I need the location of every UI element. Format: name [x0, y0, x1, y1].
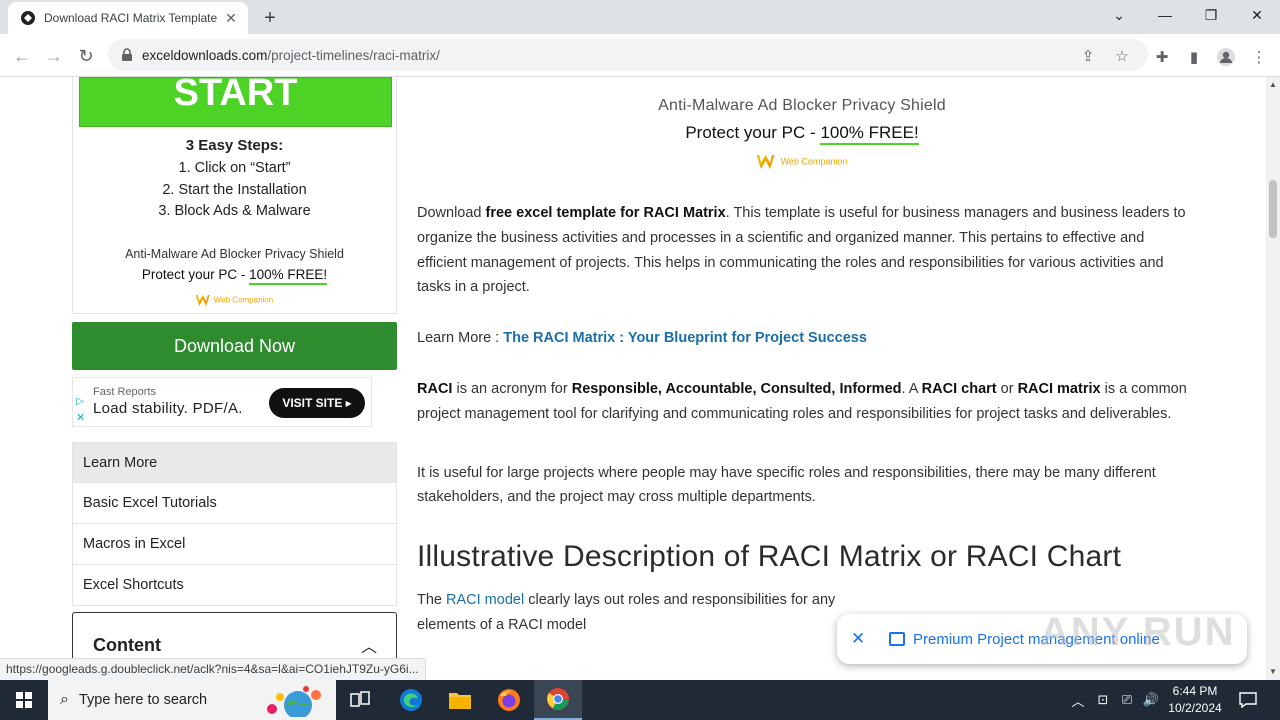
left-ad-banner[interactable]: START 3 Easy Steps: 1. Click on “Start” … [72, 77, 397, 314]
notifications-icon[interactable] [1236, 680, 1260, 720]
tray-chevron-up-icon[interactable]: ︿ [1068, 680, 1088, 720]
raci-definition-paragraph: RACI is an acronym for Responsible, Acco… [417, 380, 1187, 422]
tab-close-icon[interactable]: ✕ [222, 9, 240, 27]
ad-shield-text: Anti-Malware Ad Blocker Privacy Shield [658, 97, 946, 114]
minimize-icon[interactable]: — [1142, 0, 1188, 30]
ad-brand: Web Companion [417, 155, 1187, 169]
chevron-up-icon[interactable]: ︿ [361, 633, 377, 657]
ad-shield-text: Anti-Malware Ad Blocker Privacy Shield [125, 247, 344, 261]
ad-protect-text: Protect your PC - 100% FREE! [73, 267, 396, 285]
address-bar[interactable]: exceldownloads.com/project-timelines/rac… [108, 39, 1148, 71]
lock-icon [122, 48, 132, 61]
scroll-up-icon[interactable]: ▲ [1269, 80, 1277, 89]
ad-close-icon[interactable]: ✕ [76, 411, 85, 424]
small-ad[interactable]: ▷ ✕ Fast Reports Load stability. PDF/A. … [72, 377, 372, 427]
ad-brand: Web Companion [73, 295, 396, 306]
raci-model-link[interactable]: RACI model [446, 592, 524, 608]
ad-start-button[interactable]: START [79, 77, 392, 127]
restore-icon[interactable]: ❐ [1188, 0, 1234, 30]
sidebar-menu: Learn More Basic Excel Tutorials Macros … [72, 442, 397, 606]
file-explorer-icon[interactable] [436, 680, 484, 720]
status-bar-url: https://googleads.g.doubleclick.net/aclk… [0, 658, 426, 680]
web-companion-logo-icon [195, 295, 210, 306]
raci-blueprint-link[interactable]: The RACI Matrix : Your Blueprint for Pro… [503, 330, 867, 346]
search-icon: ⌕ [60, 691, 69, 708]
url-text: exceldownloads.com/project-timelines/rac… [142, 47, 440, 63]
share-icon[interactable]: ⇪ [1078, 46, 1098, 66]
windows-logo-icon [16, 692, 32, 708]
page-scrollbar[interactable]: ▲ ▼ [1266, 77, 1280, 680]
window-close-icon[interactable]: ✕ [1234, 0, 1280, 30]
scrollbar-thumb[interactable] [1269, 180, 1277, 238]
usefulness-paragraph: It is useful for large projects where pe… [417, 464, 1156, 506]
start-button[interactable] [0, 680, 48, 720]
extensions-icon[interactable]: ✚ [1151, 46, 1173, 68]
web-page: START 3 Easy Steps: 1. Click on “Start” … [0, 77, 1266, 680]
tab-strip: Download RACI Matrix Template ✕ + ⌄ — ❐ … [0, 0, 1280, 34]
browser-toolbar: ← → ↻ exceldownloads.com/project-timelin… [0, 34, 1280, 77]
ad-protect-text: Protect your PC - 100% FREE! [417, 123, 1187, 145]
learn-more-line: Learn More : The RACI Matrix : Your Blue… [417, 330, 867, 347]
forward-icon[interactable]: → [40, 42, 68, 70]
menu-kebab-icon[interactable]: ⋮ [1248, 46, 1270, 68]
profile-icon[interactable] [1215, 46, 1237, 68]
sidebar-item-macros-in-excel[interactable]: Macros in Excel [72, 524, 397, 565]
taskbar-search-input[interactable]: ⌕ Type here to search [48, 680, 336, 720]
windows-taskbar: ⌕ Type here to search ︿ ⊡ ⎚ 🔊 6:44 PM 10… [0, 680, 1280, 720]
visit-site-button[interactable]: VISIT SITE ▸ [269, 388, 365, 418]
web-companion-logo-icon [756, 155, 775, 169]
chrome-icon[interactable] [534, 680, 582, 720]
ad-step: 1. Click on “Start” [178, 160, 291, 176]
sidebar-item-excel-shortcuts[interactable]: Excel Shortcuts [72, 565, 397, 606]
reload-icon[interactable]: ↻ [72, 42, 100, 70]
browser-tab[interactable]: Download RACI Matrix Template ✕ [8, 2, 248, 34]
ad-step: 2. Start the Installation [162, 182, 307, 198]
side-panel-icon[interactable]: ▮ [1183, 46, 1205, 68]
toc-heading: Content [93, 635, 161, 655]
edge-icon[interactable] [387, 680, 435, 720]
article-body: Download free excel template for RACI Ma… [417, 201, 1192, 664]
ad-step: 3. Block Ads & Malware [158, 203, 311, 219]
firefox-icon[interactable] [485, 680, 533, 720]
clock-date: 10/2/2024 [1168, 701, 1222, 715]
intro-paragraph: Download free excel template for RACI Ma… [417, 205, 1186, 296]
toast-close-icon[interactable]: ✕ [851, 629, 875, 649]
new-tab-icon[interactable]: + [258, 6, 282, 30]
search-placeholder: Type here to search [78, 692, 208, 708]
bookmark-star-icon[interactable]: ☆ [1112, 46, 1132, 66]
taskbar-clock[interactable]: 6:44 PM 10/2/2024 [1160, 683, 1230, 717]
tab-title: Download RACI Matrix Template [44, 11, 218, 25]
volume-icon[interactable]: 🔊 [1141, 680, 1161, 720]
task-view-icon[interactable] [336, 680, 384, 720]
ad-steps-heading: 3 Easy Steps: [185, 137, 284, 154]
clock-time: 6:44 PM [1172, 684, 1218, 698]
section-heading: Illustrative Description of RACI Matrix … [417, 540, 1122, 574]
adchoices-icon[interactable]: ▷ [76, 396, 84, 407]
ad-headline: Load stability. PDF/A. [93, 400, 243, 417]
download-now-button[interactable]: Download Now [72, 322, 397, 370]
back-icon[interactable]: ← [8, 42, 36, 70]
sidebar-item-basic-excel-tutorials[interactable]: Basic Excel Tutorials [72, 483, 397, 524]
tab-search-chevron-icon[interactable]: ⌄ [1096, 0, 1142, 30]
scroll-down-icon[interactable]: ▼ [1269, 667, 1277, 676]
search-highlight-icon [267, 686, 321, 717]
device-icon [889, 632, 905, 646]
right-ad-banner[interactable]: Anti-Malware Ad Blocker Privacy Shield P… [417, 97, 1187, 169]
sidebar-item-learn-more[interactable]: Learn More [72, 442, 397, 483]
network-icon[interactable]: ⎚ [1117, 680, 1137, 720]
ad-sponsor: Fast Reports [93, 386, 156, 398]
site-favicon-icon [20, 10, 36, 26]
anyrun-watermark: ANY RUN [1040, 610, 1236, 654]
network-device-icon[interactable]: ⊡ [1093, 680, 1113, 720]
